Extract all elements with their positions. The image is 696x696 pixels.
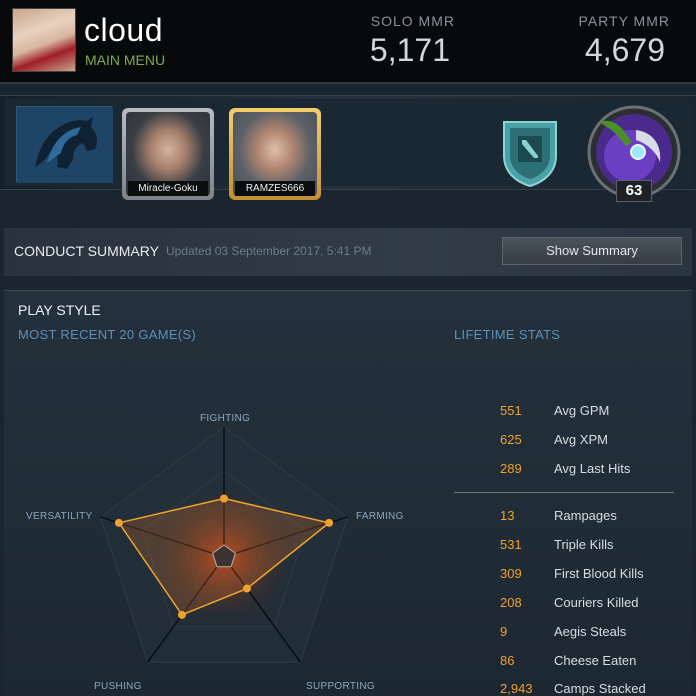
party-mmr-value: 4,679 xyxy=(584,32,665,68)
stat-label: Couriers Killed xyxy=(554,595,639,610)
play-style-title: PLAY STYLE xyxy=(18,302,101,318)
team-logo-icon[interactable] xyxy=(16,106,113,183)
lifetime-stats-label: LIFETIME STATS xyxy=(454,327,561,342)
axis-label-supporting: SUPPORTING xyxy=(306,681,375,692)
play-style-radar xyxy=(99,426,349,663)
stat-label: Avg Last Hits xyxy=(554,461,631,476)
show-summary-button[interactable]: Show Summary xyxy=(502,237,682,265)
stat-value: 551 xyxy=(500,403,522,418)
solo-mmr-value: 5,171 xyxy=(369,32,450,68)
stat-value: 289 xyxy=(500,461,522,476)
favorite-player-card-2[interactable]: RAMZES666 xyxy=(229,108,321,200)
stat-label: Avg XPM xyxy=(554,432,608,447)
stat-value: 13 xyxy=(500,508,515,523)
axis-label-fighting: FIGHTING xyxy=(200,413,251,424)
profile-header: cloud MAIN MENU SOLO MMR 5,171 PARTY MMR… xyxy=(0,0,696,84)
party-mmr-label: PARTY MMR xyxy=(578,13,670,29)
axis-label-versatility: VERSATILITY xyxy=(26,511,93,522)
stat-value: 86 xyxy=(500,653,515,668)
stat-label: Triple Kills xyxy=(554,537,614,552)
player-name: RAMZES666 xyxy=(235,181,315,196)
main-menu-link[interactable]: MAIN MENU xyxy=(85,52,165,68)
axis-label-farming: FARMING xyxy=(356,511,404,522)
stats-divider xyxy=(454,492,674,493)
stat-value: 2,943 xyxy=(500,681,533,696)
player-name: Miracle-Goku xyxy=(128,181,208,196)
dota-shield-icon[interactable] xyxy=(500,116,560,188)
stat-label: Camps Stacked xyxy=(554,681,646,696)
stat-value: 531 xyxy=(500,537,522,552)
stat-label: Cheese Eaten xyxy=(554,653,637,668)
conduct-title: CONDUCT SUMMARY xyxy=(14,243,159,259)
stat-value: 208 xyxy=(500,595,522,610)
conduct-summary-bar: CONDUCT SUMMARY Updated 03 September 201… xyxy=(4,228,692,276)
radar-point-fighting xyxy=(220,494,228,503)
stat-label: Avg GPM xyxy=(554,403,610,418)
stat-label: Aegis Steals xyxy=(554,624,627,639)
recent-games-label: MOST RECENT 20 GAME(S) xyxy=(18,327,197,342)
radar-point-supporting xyxy=(242,584,251,593)
stat-value: 9 xyxy=(500,624,508,639)
radar-point-versatility xyxy=(114,518,123,527)
conduct-updated-text: Updated 03 September 2017, 5:41 PM xyxy=(166,244,372,258)
stat-label: First Blood Kills xyxy=(554,566,644,581)
radar-point-pushing xyxy=(177,610,186,619)
stat-value: 309 xyxy=(500,566,522,581)
avatar[interactable] xyxy=(12,8,76,72)
axis-label-pushing: PUSHING xyxy=(94,681,142,692)
stat-label: Rampages xyxy=(554,508,617,523)
favorite-player-card-1[interactable]: Miracle-Goku xyxy=(122,108,214,200)
solo-mmr-label: SOLO MMR xyxy=(370,13,455,29)
radar-point-farming xyxy=(325,518,334,527)
username: cloud xyxy=(84,12,163,48)
level-number: 63 xyxy=(616,180,652,202)
stat-value: 625 xyxy=(500,432,522,447)
